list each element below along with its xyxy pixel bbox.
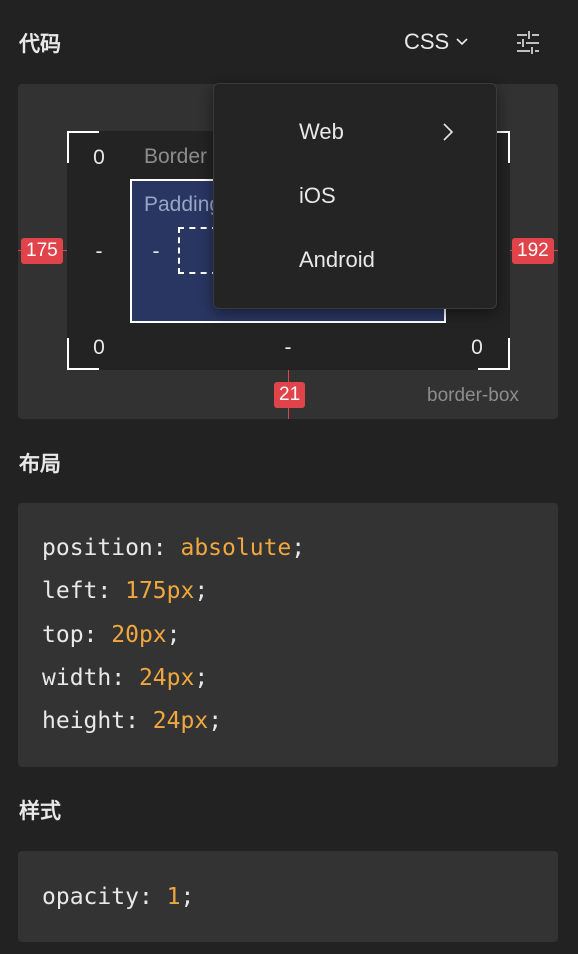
- css-value: 24px: [152, 708, 209, 735]
- border-bottom-value[interactable]: -: [273, 336, 303, 360]
- css-property: left: [42, 578, 98, 605]
- border-top-left-value[interactable]: 0: [84, 146, 114, 170]
- language-select[interactable]: CSS: [404, 26, 469, 58]
- css-value: 24px: [138, 664, 195, 691]
- left-offset-badge: 175: [21, 238, 63, 264]
- dropdown-item-label: Android: [299, 247, 375, 272]
- language-dropdown-menu: Web iOS Android: [213, 83, 497, 309]
- code-section-title: 代码: [19, 32, 61, 56]
- css-property: width: [42, 664, 112, 691]
- code-line: height: 24px;: [42, 708, 223, 735]
- layout-section-title: 布局: [19, 452, 61, 476]
- css-value: 20px: [111, 621, 167, 648]
- layout-code-block[interactable]: position: absolute; left: 175px; top: 20…: [18, 503, 558, 767]
- code-line: top: 20px;: [42, 621, 181, 648]
- dropdown-item-android[interactable]: Android: [214, 232, 496, 288]
- padding-label: Padding: [144, 193, 214, 216]
- code-line: opacity: 1;: [42, 884, 195, 910]
- border-bottom-left-value[interactable]: 0: [84, 336, 114, 360]
- css-property: opacity: [42, 884, 139, 910]
- code-line: width: 24px;: [42, 664, 209, 691]
- chevron-right-icon: [443, 123, 454, 141]
- css-value: 175px: [125, 578, 195, 605]
- dropdown-item-label: Web: [299, 119, 344, 144]
- language-select-value: CSS: [404, 29, 450, 54]
- bottom-offset-badge: 21: [274, 382, 306, 408]
- css-property: height: [42, 708, 126, 735]
- border-bottom-right-value[interactable]: 0: [462, 336, 492, 360]
- css-value: absolute: [180, 535, 292, 561]
- code-line: left: 175px;: [42, 578, 209, 605]
- dropdown-item-ios[interactable]: iOS: [214, 168, 496, 224]
- border-label: Border: [144, 145, 208, 168]
- style-code-block[interactable]: opacity: 1;: [18, 851, 558, 942]
- content-box-area: [178, 227, 218, 274]
- code-line: position: absolute;: [42, 535, 306, 561]
- css-value: 1: [166, 884, 181, 910]
- css-property: position: [42, 535, 153, 561]
- code-settings-button[interactable]: [512, 26, 544, 58]
- style-section-title: 样式: [19, 799, 61, 823]
- box-sizing-label: border-box: [427, 385, 519, 406]
- css-property: top: [42, 621, 84, 648]
- padding-left-value[interactable]: -: [141, 240, 171, 264]
- sliders-icon: [517, 31, 539, 54]
- chevron-down-icon: [456, 38, 468, 46]
- right-offset-badge: 192: [512, 238, 554, 264]
- border-left-value[interactable]: -: [84, 240, 114, 264]
- dropdown-item-label: iOS: [299, 183, 336, 208]
- dropdown-item-web[interactable]: Web: [214, 104, 496, 160]
